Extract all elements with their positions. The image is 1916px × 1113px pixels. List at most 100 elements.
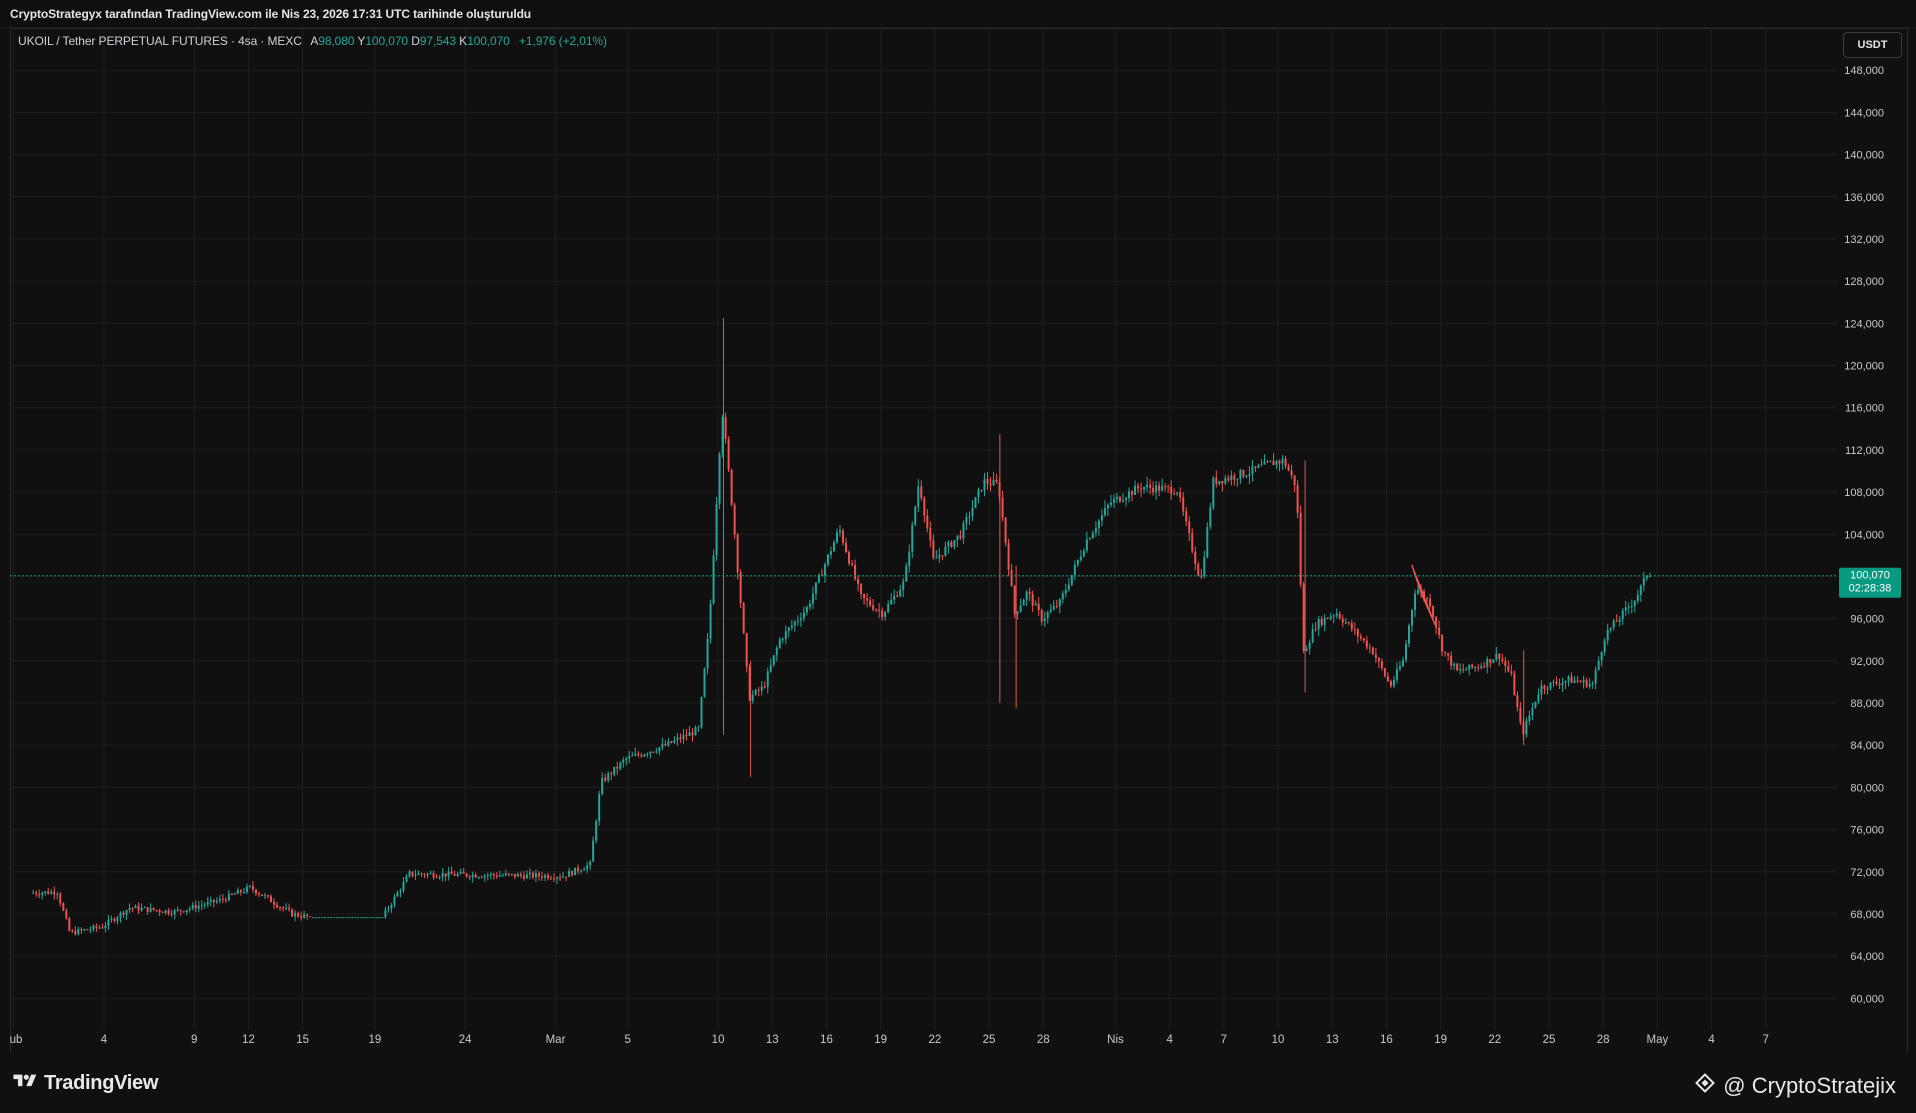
candle-body xyxy=(914,506,917,525)
candle-body xyxy=(1140,488,1143,490)
grid-lines xyxy=(10,28,1838,1030)
candle-body xyxy=(155,909,158,911)
candle-body xyxy=(1329,616,1332,619)
time-tick-label: May xyxy=(1647,1034,1669,1046)
candle-body xyxy=(453,874,456,876)
price-tick-label: 72,000 xyxy=(1850,867,1884,879)
time-tick-label: 7 xyxy=(1221,1034,1227,1046)
candle-body xyxy=(1106,505,1109,509)
candle-body xyxy=(643,754,646,757)
candle-body xyxy=(875,609,878,611)
candle-body xyxy=(857,578,860,584)
candle-body xyxy=(324,917,327,919)
price-tick-label: 108,000 xyxy=(1844,487,1884,499)
candle-body xyxy=(1034,603,1037,606)
candle-body xyxy=(1615,620,1618,622)
candle-body xyxy=(366,917,369,919)
candle-body xyxy=(405,876,408,882)
candle-body xyxy=(1576,680,1579,682)
candle-body xyxy=(1013,586,1016,614)
tradingview-logo[interactable]: TradingView xyxy=(12,1068,158,1098)
time-tick-label: 15 xyxy=(296,1034,309,1046)
candle-body xyxy=(757,689,760,691)
candle-body xyxy=(1299,512,1302,585)
candle-body xyxy=(1320,619,1323,625)
candle-body xyxy=(682,734,685,740)
candle-body xyxy=(357,917,360,919)
time-tick-label: 16 xyxy=(820,1034,833,1046)
candle-body xyxy=(1248,474,1251,477)
candle-body xyxy=(1332,615,1335,617)
candles xyxy=(32,318,1651,936)
candle-body xyxy=(152,907,155,910)
candle-body xyxy=(98,927,101,929)
candle-body xyxy=(607,773,610,781)
candle-body xyxy=(640,754,643,757)
candle-body xyxy=(1046,612,1049,618)
candle-body xyxy=(273,902,276,905)
candle-body xyxy=(1432,606,1435,617)
price-tick-label: 112,000 xyxy=(1845,445,1884,457)
candle-body xyxy=(679,737,682,740)
candle-body xyxy=(1609,627,1612,630)
candle-body xyxy=(1296,485,1299,513)
low-value: 97,543 xyxy=(419,34,456,48)
symbol-name[interactable]: UKOIL / Tether PERPETUAL FUTURES · 4sa ·… xyxy=(18,34,302,48)
currency-button[interactable]: USDT xyxy=(1843,32,1902,58)
candle-body xyxy=(646,754,649,756)
candle-body xyxy=(1128,491,1131,499)
symbol-legend[interactable]: UKOIL / Tether PERPETUAL FUTURES · 4sa ·… xyxy=(18,34,607,48)
candle-body xyxy=(571,871,574,876)
candle-body xyxy=(1465,669,1468,671)
candle-body xyxy=(1076,559,1079,565)
candle-body xyxy=(1371,647,1374,655)
time-tick-label: 12 xyxy=(242,1034,255,1046)
candle-body xyxy=(1170,486,1173,494)
candle-body xyxy=(1579,681,1582,683)
candle-body xyxy=(1293,475,1296,486)
candle-body xyxy=(700,696,703,728)
candle-body xyxy=(1055,605,1058,607)
time-tick-label: 13 xyxy=(766,1034,779,1046)
candle-body xyxy=(884,611,887,617)
candle-body xyxy=(1182,497,1185,512)
candle-body xyxy=(1537,694,1540,702)
candle-body xyxy=(1037,603,1040,611)
candle-body xyxy=(652,751,655,753)
candle-body xyxy=(375,917,378,919)
candle-body xyxy=(411,871,414,876)
candle-body xyxy=(580,870,583,872)
author-credit[interactable]: @ CryptoStratejix xyxy=(1693,1071,1896,1101)
candle-body xyxy=(1404,643,1407,661)
candle-body xyxy=(104,925,107,929)
price-tick-label: 120,000 xyxy=(1844,361,1884,373)
candle-body xyxy=(131,907,134,909)
candle-body xyxy=(110,918,113,920)
candle-body xyxy=(1359,636,1362,639)
tradingview-brand: TradingView xyxy=(44,1071,159,1094)
candle-body xyxy=(1043,617,1046,622)
candle-body xyxy=(254,889,257,894)
candle-body xyxy=(1308,642,1311,649)
time-tick-label: 28 xyxy=(1597,1034,1610,1046)
open-value: 98,080 xyxy=(318,34,355,48)
candle-body xyxy=(553,878,556,880)
candle-body xyxy=(1486,658,1489,667)
candle-body xyxy=(525,874,528,879)
candle-body xyxy=(336,917,339,919)
time-tick-label: 4 xyxy=(1708,1034,1715,1046)
candle-body xyxy=(1272,460,1275,466)
candle-body xyxy=(1395,669,1398,680)
candlestick-chart[interactable]: 60,000 64,000 68,000 72,000 76,000 80,000 84,0… xyxy=(0,0,1916,1113)
candle-body xyxy=(276,904,279,908)
candle-body xyxy=(59,894,62,904)
candle-body xyxy=(309,916,312,918)
candle-body xyxy=(1031,594,1034,606)
candle-body xyxy=(1389,681,1392,686)
time-tick-label: 25 xyxy=(1543,1034,1556,1046)
candle-body xyxy=(1612,620,1615,628)
time-tick-label: Nis xyxy=(1107,1034,1124,1046)
candle-body xyxy=(1504,660,1507,667)
candle-body xyxy=(829,551,832,555)
time-tick-label: 7 xyxy=(1763,1034,1769,1046)
